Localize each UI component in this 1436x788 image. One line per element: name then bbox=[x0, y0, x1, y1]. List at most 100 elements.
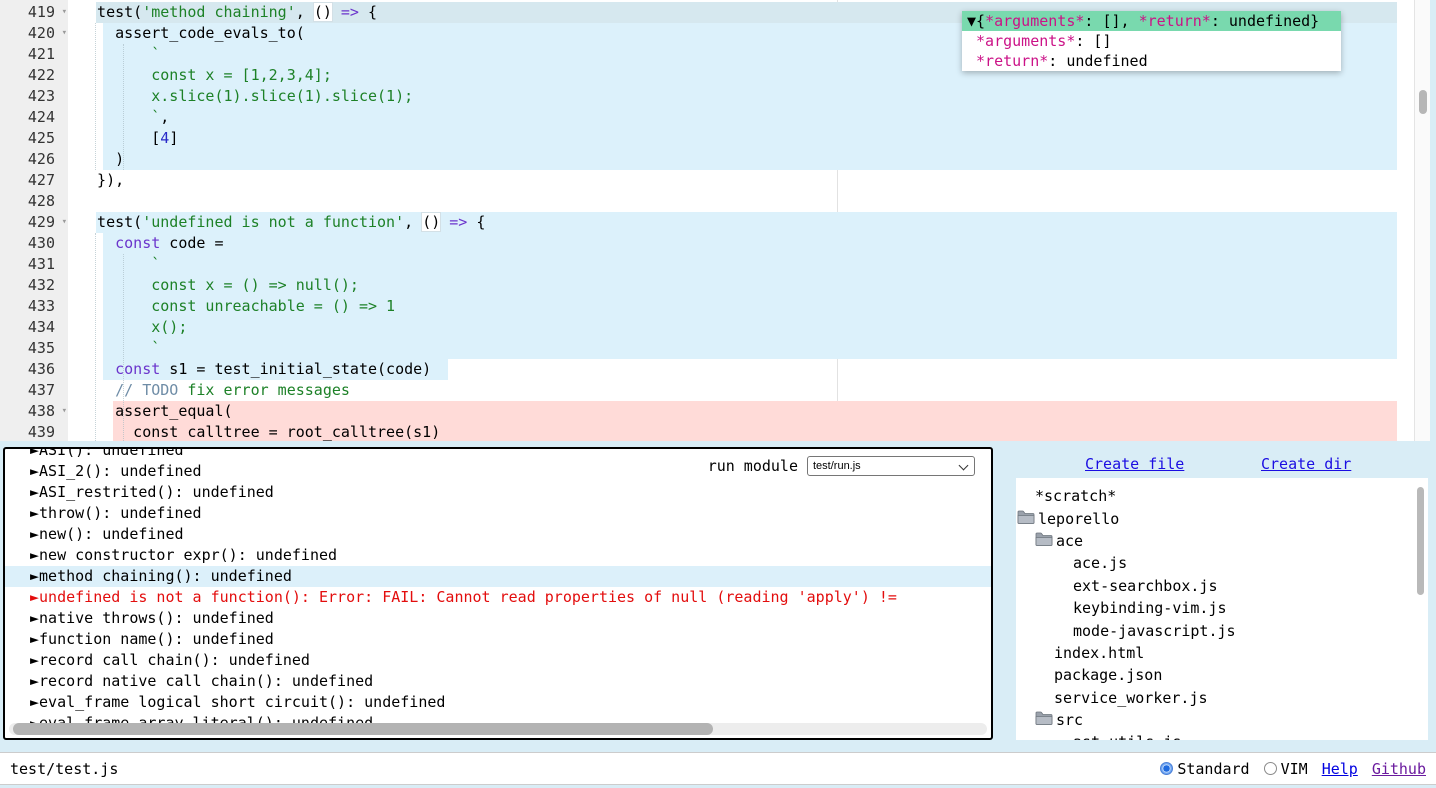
test-result-item[interactable]: ►undefined is not a function(): Error: F… bbox=[5, 587, 991, 608]
fold-arrow-icon[interactable]: ▾ bbox=[62, 401, 67, 422]
code-line[interactable]: const s1 = test_initial_state(code) bbox=[0, 359, 1414, 380]
code-line[interactable] bbox=[0, 191, 1414, 212]
code-line[interactable]: `, bbox=[0, 107, 1414, 128]
test-result-item[interactable]: ►native throws(): undefined bbox=[5, 608, 991, 629]
test-result-item[interactable]: ►record native call chain(): undefined bbox=[5, 671, 991, 692]
code-line[interactable]: const x = () => null(); bbox=[0, 275, 1414, 296]
line-number[interactable]: 432 bbox=[0, 275, 68, 296]
test-result-item[interactable]: ►ASI_restrited(): undefined bbox=[5, 482, 991, 503]
code-line[interactable]: x.slice(1).slice(1).slice(1); bbox=[0, 86, 1414, 107]
editor-scrollbar-thumb[interactable] bbox=[1419, 90, 1427, 114]
fold-arrow-icon[interactable]: ▾ bbox=[62, 212, 67, 233]
status-bar: test/test.js Standard VIM Help Github bbox=[0, 752, 1436, 785]
test-results-panel: ►ASI(): undefined►ASI_2(): undefined►ASI… bbox=[3, 447, 993, 740]
file-tree-item[interactable]: ext-searchbox.js bbox=[1016, 575, 1428, 597]
call-args-box: () bbox=[422, 213, 440, 231]
code-line[interactable]: const unreachable = () => 1 bbox=[0, 296, 1414, 317]
code-line[interactable]: test('undefined is not a function', () =… bbox=[0, 212, 1414, 233]
code-line[interactable]: const code = bbox=[0, 233, 1414, 254]
code-line-text: const s1 = test_initial_state(code) bbox=[79, 359, 431, 380]
line-number[interactable]: 419▾ bbox=[0, 2, 68, 23]
code-line[interactable]: [4] bbox=[0, 128, 1414, 149]
github-link[interactable]: Github bbox=[1372, 760, 1426, 778]
file-name: keybinding-vim.js bbox=[1073, 599, 1227, 617]
code-line[interactable]: ) bbox=[0, 149, 1414, 170]
file-tree-item[interactable]: package.json bbox=[1016, 664, 1428, 686]
editor-scrollbar[interactable] bbox=[1414, 0, 1430, 441]
line-number[interactable]: 421 bbox=[0, 44, 68, 65]
line-number[interactable]: 426 bbox=[0, 149, 68, 170]
line-number[interactable]: 431 bbox=[0, 254, 68, 275]
line-number[interactable]: 437 bbox=[0, 380, 68, 401]
code-line[interactable]: // TODO fix error messages bbox=[0, 380, 1414, 401]
code-line[interactable]: assert_equal( bbox=[0, 401, 1414, 422]
keybinding-standard-option[interactable]: Standard bbox=[1160, 760, 1249, 778]
test-result-item[interactable]: ►record call chain(): undefined bbox=[5, 650, 991, 671]
console-horizontal-scrollbar[interactable] bbox=[9, 723, 987, 735]
radio-vim-icon[interactable] bbox=[1264, 762, 1277, 775]
line-number[interactable]: 427 bbox=[0, 170, 68, 191]
line-number[interactable]: 438▾ bbox=[0, 401, 68, 422]
file-tree-item[interactable]: src bbox=[1016, 709, 1428, 731]
line-number[interactable]: 436 bbox=[0, 359, 68, 380]
help-link[interactable]: Help bbox=[1322, 760, 1358, 778]
radio-standard-icon[interactable] bbox=[1160, 762, 1173, 775]
line-number[interactable]: 423 bbox=[0, 86, 68, 107]
tooltip-line: *arguments*: [] bbox=[962, 31, 1341, 51]
line-number[interactable]: 435 bbox=[0, 338, 68, 359]
line-highlight bbox=[103, 317, 1397, 338]
file-tree-item[interactable]: service_worker.js bbox=[1016, 687, 1428, 709]
line-highlight bbox=[103, 149, 1397, 170]
run-module-select[interactable]: test/run.js bbox=[807, 456, 975, 476]
test-result-item[interactable]: ►method chaining(): undefined bbox=[5, 566, 991, 587]
fold-arrow-icon[interactable]: ▾ bbox=[62, 2, 67, 23]
line-highlight bbox=[103, 107, 1397, 128]
file-tree-item[interactable]: *scratch* bbox=[1016, 485, 1428, 507]
code-line[interactable]: ` bbox=[0, 254, 1414, 275]
file-tree-item[interactable]: keybinding-vim.js bbox=[1016, 597, 1428, 619]
code-line[interactable]: ` bbox=[0, 338, 1414, 359]
code-line-text: const unreachable = () => 1 bbox=[79, 296, 395, 317]
line-number[interactable]: 439 bbox=[0, 422, 68, 441]
file-tree-item[interactable]: ace.js bbox=[1016, 552, 1428, 574]
test-result-item[interactable]: ►eval_frame logical short circuit(): und… bbox=[5, 692, 991, 713]
call-args-box: () bbox=[314, 3, 332, 21]
run-module-control: run module test/run.js bbox=[708, 456, 975, 476]
code-line[interactable]: }), bbox=[0, 170, 1414, 191]
create-file-link[interactable]: Create file bbox=[1085, 455, 1184, 473]
code-line-text: }), bbox=[79, 170, 124, 191]
file-tree-item[interactable]: ast_utils.js bbox=[1016, 731, 1428, 740]
code-line[interactable]: x(); bbox=[0, 317, 1414, 338]
line-number[interactable]: 429▾ bbox=[0, 212, 68, 233]
console-scrollbar-thumb[interactable] bbox=[13, 723, 713, 735]
file-tree-scrollbar-thumb[interactable] bbox=[1417, 487, 1424, 595]
file-tree-item[interactable]: ace bbox=[1016, 530, 1428, 552]
code-line-text: const x = [1,2,3,4]; bbox=[79, 65, 332, 86]
line-number[interactable]: 433 bbox=[0, 296, 68, 317]
test-result-item[interactable]: ►throw(): undefined bbox=[5, 503, 991, 524]
line-number[interactable]: 422 bbox=[0, 65, 68, 86]
line-number[interactable]: 424 bbox=[0, 107, 68, 128]
code-line-text: assert_code_evals_to( bbox=[79, 23, 305, 44]
line-number[interactable]: 430 bbox=[0, 233, 68, 254]
keybinding-vim-option[interactable]: VIM bbox=[1264, 760, 1308, 778]
eval-result-tooltip[interactable]: ▼{*arguments*: [], *return*: undefined} … bbox=[962, 11, 1341, 71]
file-name: service_worker.js bbox=[1054, 689, 1208, 707]
line-highlight bbox=[103, 128, 1397, 149]
file-tree-item[interactable]: leporello bbox=[1016, 507, 1428, 529]
fold-arrow-icon[interactable]: ▾ bbox=[62, 23, 67, 44]
test-result-item[interactable]: ►new constructor expr(): undefined bbox=[5, 545, 991, 566]
file-tree-item[interactable]: mode-javascript.js bbox=[1016, 619, 1428, 641]
standard-label: Standard bbox=[1177, 760, 1249, 778]
test-result-item[interactable]: ►function name(): undefined bbox=[5, 629, 991, 650]
test-result-item[interactable]: ►new(): undefined bbox=[5, 524, 991, 545]
leporello-app: { "colors":{ "highlight_blue":"#dcf1fb",… bbox=[0, 0, 1436, 788]
line-number[interactable]: 434 bbox=[0, 317, 68, 338]
file-tree-item[interactable]: index.html bbox=[1016, 642, 1428, 664]
line-number[interactable]: 420▾ bbox=[0, 23, 68, 44]
file-name: src bbox=[1056, 711, 1083, 729]
line-number[interactable]: 428 bbox=[0, 191, 68, 212]
line-number[interactable]: 425 bbox=[0, 128, 68, 149]
code-line[interactable]: const calltree = root_calltree(s1) bbox=[0, 422, 1414, 441]
create-dir-link[interactable]: Create dir bbox=[1261, 455, 1351, 473]
